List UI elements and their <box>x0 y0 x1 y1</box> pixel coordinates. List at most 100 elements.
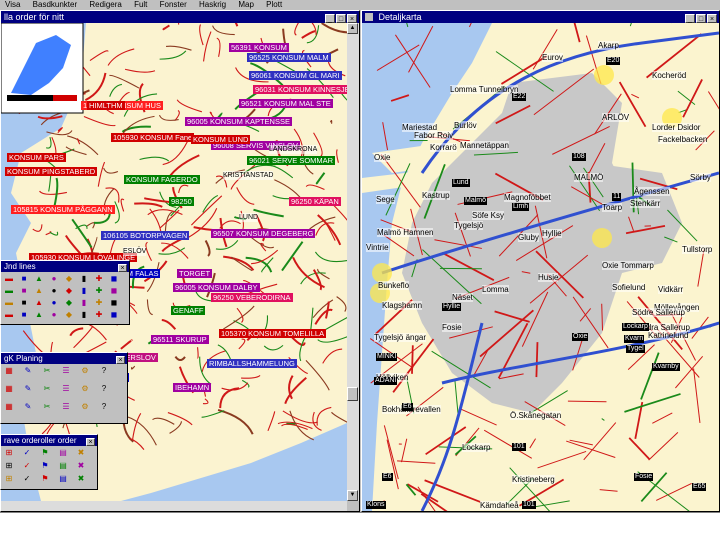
scroll-up-icon[interactable]: ▲ <box>347 23 358 34</box>
tool-button-icon[interactable]: ⚑ <box>39 448 51 458</box>
minimize-icon[interactable]: _ <box>325 14 335 23</box>
tool-button-icon[interactable]: ✓ <box>21 448 33 458</box>
order-label[interactable]: KONSUM LUND <box>191 135 250 144</box>
tool-button-icon[interactable]: ⊞ <box>3 461 15 471</box>
tool-button-icon[interactable]: ▬ <box>3 298 15 308</box>
tool-button-icon[interactable]: ▦ <box>3 384 15 394</box>
tool-button-icon[interactable]: ▦ <box>3 402 15 412</box>
tool-button-icon[interactable]: ▤ <box>57 474 69 484</box>
menu-item-fult[interactable]: Fult <box>134 0 147 9</box>
tool-button-icon[interactable]: ⚙ <box>79 366 91 376</box>
order-label[interactable]: KONSUM PARS <box>7 153 66 162</box>
scroll-down-icon[interactable]: ▼ <box>347 490 358 501</box>
menu-item-fonster[interactable]: Fonster <box>160 0 187 9</box>
tool-button-icon[interactable]: ✎ <box>22 384 34 394</box>
tool-button-icon[interactable]: ☰ <box>60 402 72 412</box>
close-icon[interactable]: × <box>86 438 95 446</box>
tool-button-icon[interactable]: ▲ <box>33 274 45 284</box>
tool-button-icon[interactable]: ⊞ <box>3 448 15 458</box>
order-label[interactable]: KONSUM PINGSTABERD <box>5 167 97 176</box>
menu-item-haskrig[interactable]: Haskrig <box>199 0 226 9</box>
tool-button-icon[interactable]: ● <box>48 286 60 296</box>
planning-tool-titlebar[interactable]: gK Planing × <box>1 353 127 364</box>
tool-button-icon[interactable]: ✂ <box>41 366 53 376</box>
tool-button-icon[interactable]: ● <box>48 298 60 308</box>
order-label[interactable]: 105930 KONSUM Fane <box>111 133 194 142</box>
order-label[interactable]: HIMLTHM <box>87 101 125 110</box>
tool-button-icon[interactable]: ◆ <box>63 298 75 308</box>
tool-button-icon[interactable]: ● <box>48 274 60 284</box>
tool-button-icon[interactable]: ⚑ <box>39 474 51 484</box>
menu-item-redigera[interactable]: Redigera <box>89 0 121 9</box>
maximize-icon[interactable]: □ <box>336 14 346 23</box>
order-label[interactable]: 96061 KONSUM GL MARI <box>249 71 342 80</box>
tool-button-icon[interactable]: ✚ <box>93 274 105 284</box>
tool-button-icon[interactable]: ✚ <box>93 298 105 308</box>
order-label[interactable]: TORGET <box>177 269 212 278</box>
tool-button-icon[interactable]: ■ <box>18 310 30 320</box>
order-label[interactable]: 105370 KONSUM TOMELILLA <box>219 329 326 338</box>
tool-button-icon[interactable]: ● <box>48 310 60 320</box>
menu-item-visa[interactable]: Visa <box>5 0 20 9</box>
tool-button-icon[interactable]: ⚙ <box>79 402 91 412</box>
tool-button-icon[interactable]: ◆ <box>63 286 75 296</box>
tool-button-icon[interactable]: ⊞ <box>3 474 15 484</box>
tool-button-icon[interactable]: ✚ <box>93 310 105 320</box>
tool-button-icon[interactable]: ☰ <box>60 384 72 394</box>
detail-map-canvas[interactable]: EurovKocherödAkarpLomma TunnelbrynMaries… <box>362 23 719 511</box>
order-tool-titlebar[interactable]: rave orderoller order × <box>1 435 97 446</box>
tool-button-icon[interactable]: ▮ <box>78 286 90 296</box>
order-label[interactable]: 105815 KONSUM PÅGGANN <box>11 205 115 214</box>
detail-window-titlebar[interactable]: Detaljkarta _□× <box>362 11 719 23</box>
order-label[interactable]: GENAFF <box>171 306 205 315</box>
tool-button-icon[interactable]: ▦ <box>3 366 15 376</box>
tool-button-icon[interactable]: ✓ <box>21 474 33 484</box>
order-label[interactable]: 96021 SERVE SOMMAR <box>247 156 335 165</box>
order-label[interactable]: KONSUM FAGERDO <box>124 175 200 184</box>
tool-button-icon[interactable]: ✖ <box>75 448 87 458</box>
tool-button-icon[interactable]: ▬ <box>3 310 15 320</box>
order-label[interactable]: 96005 KONSUM KAPTENSSE <box>185 117 292 126</box>
tool-button-icon[interactable]: ⚑ <box>39 461 51 471</box>
tool-button-icon[interactable]: ✖ <box>75 474 87 484</box>
tool-button-icon[interactable]: ▲ <box>33 298 45 308</box>
close-icon[interactable]: × <box>347 14 357 23</box>
tool-button-icon[interactable]: ⚙ <box>79 384 91 394</box>
order-label[interactable]: 96511 SKURUP <box>151 335 209 344</box>
orders-window-titlebar[interactable]: lla order för nitt _□× <box>1 11 359 23</box>
order-label[interactable]: 98250 <box>169 197 194 206</box>
tool-button-icon[interactable]: ? <box>98 384 110 394</box>
tool-button-icon[interactable]: ■ <box>18 274 30 284</box>
tool-button-icon[interactable]: ✚ <box>93 286 105 296</box>
order-label[interactable]: 96005 KONSUM DALBY <box>173 283 260 292</box>
menu-item-map[interactable]: Map <box>238 0 254 9</box>
tool-button-icon[interactable]: ▬ <box>3 286 15 296</box>
order-label[interactable]: 96250 VEBERODIRNA <box>211 293 293 302</box>
tool-button-icon[interactable]: ▬ <box>3 274 15 284</box>
order-label[interactable]: RIMBALLSHAMMELUNG <box>207 359 297 368</box>
menu-item-plott[interactable]: Plott <box>266 0 282 9</box>
tool-button-icon[interactable]: ✎ <box>22 402 34 412</box>
tool-button-icon[interactable]: ? <box>98 402 110 412</box>
tool-button-icon[interactable]: ◼ <box>108 298 120 308</box>
order-label[interactable]: 96031 KONSUM KINNESJE <box>253 85 347 94</box>
tool-button-icon[interactable]: ✎ <box>22 366 34 376</box>
tool-button-icon[interactable]: ✂ <box>41 384 53 394</box>
tool-button-icon[interactable]: ■ <box>18 298 30 308</box>
order-label[interactable]: 56391 KONSUM <box>229 43 289 52</box>
order-label[interactable]: 96250 KÄPAN <box>289 197 341 206</box>
menu-item-basdkunkter[interactable]: Basdkunkter <box>33 0 77 9</box>
close-icon[interactable]: × <box>116 356 125 364</box>
close-icon[interactable]: × <box>118 264 127 272</box>
tool-button-icon[interactable]: ▤ <box>57 448 69 458</box>
tool-button-icon[interactable]: ✂ <box>41 402 53 412</box>
tool-button-icon[interactable]: ◼ <box>108 286 120 296</box>
orders-horizontal-scrollbar[interactable] <box>1 501 347 511</box>
tool-button-icon[interactable]: ▤ <box>57 461 69 471</box>
tool-button-icon[interactable]: ▮ <box>78 274 90 284</box>
order-label[interactable]: 96521 KONSUM MAL STE <box>239 99 333 108</box>
close-icon[interactable]: × <box>707 14 717 23</box>
tool-button-icon[interactable]: ? <box>98 366 110 376</box>
tool-button-icon[interactable]: ▲ <box>33 310 45 320</box>
scroll-thumb[interactable] <box>347 387 358 401</box>
